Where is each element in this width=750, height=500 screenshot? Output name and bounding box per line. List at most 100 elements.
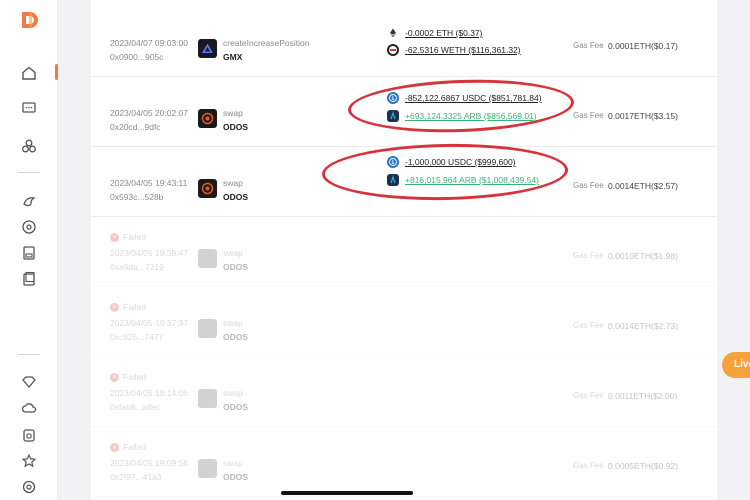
protocol-name[interactable]: ODOS [223, 472, 248, 482]
arb-icon [387, 174, 399, 186]
home-icon[interactable] [19, 63, 39, 83]
weth-icon [387, 44, 399, 56]
gas-fee-label: Gas Fee [573, 111, 604, 120]
token-transfer[interactable]: +816,015.964 ARB ($1,008,439.54) [387, 173, 539, 187]
tx-hash[interactable]: 0xa9da...7219 [110, 262, 164, 272]
table-row[interactable]: × Failed 2023/04/05 19:37:37 0xc925...747… [91, 287, 717, 357]
odos-logo-icon [198, 319, 217, 338]
gas-fee-value: 0.0010ETH($1.98) [608, 251, 678, 261]
table-row[interactable]: × Failed 2023/04/05 19:38:47 0xa9da...721… [91, 217, 717, 287]
tx-hash[interactable]: 0x20cd...9dfc [110, 122, 161, 132]
error-icon: × [110, 372, 119, 382]
save-icon[interactable] [19, 243, 39, 263]
gmx-logo-icon [198, 39, 217, 58]
failed-label: Failed [123, 442, 147, 452]
tx-hash[interactable]: 0x593c...528b [110, 192, 163, 202]
svg-text:$: $ [391, 96, 394, 102]
lock-icon[interactable] [19, 425, 39, 445]
usdc-icon: $ [387, 92, 399, 104]
token-transfer[interactable]: $ -852,122.6867 USDC ($851,781.84) [387, 91, 542, 105]
svg-text:$: $ [391, 160, 394, 166]
home-indicator[interactable] [281, 491, 413, 495]
token-transfer[interactable]: -0.0002 ETH ($0.37) [387, 26, 482, 40]
app-logo[interactable] [20, 10, 40, 30]
sidebar-divider [18, 354, 40, 355]
tx-hash[interactable]: 0xfab8...a8ec [110, 402, 161, 412]
live-tab[interactable]: Live [722, 352, 750, 378]
gas-fee-label: Gas Fee [573, 461, 604, 470]
eth-icon [387, 27, 399, 39]
tx-hash[interactable]: 0xc925...7477 [110, 332, 163, 342]
arb-icon [387, 110, 399, 122]
failed-badge: × Failed [110, 232, 146, 242]
protocol-name[interactable]: ODOS [223, 122, 248, 132]
tx-date: 2023/04/05 19:09:56 [110, 458, 188, 468]
token-transfer[interactable]: $ -1,000,000 USDC ($999,600) [387, 155, 516, 169]
tx-action: swap [223, 318, 243, 328]
cloud-icon[interactable] [19, 398, 39, 418]
tx-action: createIncreasePosition [223, 38, 310, 48]
chat-icon[interactable] [19, 98, 39, 118]
error-icon: × [110, 232, 119, 242]
token-transfer[interactable]: +693,124.3325 ARB ($856,569.01) [387, 109, 537, 123]
bird-icon[interactable] [19, 191, 39, 211]
circles-icon[interactable] [19, 136, 39, 156]
sidebar [0, 0, 58, 500]
table-row[interactable]: 2023/04/05 20:02:07 0x20cd...9dfc swap O… [91, 77, 717, 147]
gas-fee-value: 0.0014ETH($2.57) [608, 181, 678, 191]
odos-logo-icon [198, 249, 217, 268]
failed-label: Failed [123, 302, 147, 312]
odos-logo-icon [198, 389, 217, 408]
odos-logo-icon [198, 109, 217, 128]
gas-fee-value: 0.0005ETH($0.92) [608, 461, 678, 471]
book-icon[interactable] [19, 269, 39, 289]
tx-action: swap [223, 108, 243, 118]
gas-fee-value: 0.0011ETH($2.00) [608, 391, 678, 401]
token-amount: -62.5316 WETH ($116,361.32) [405, 45, 521, 55]
table-row[interactable]: 2023/04/07 09:03:00 0x0900...905c create… [91, 7, 717, 77]
token-transfer[interactable]: -62.5316 WETH ($116,361.32) [387, 43, 521, 57]
token-amount: -0.0002 ETH ($0.37) [405, 28, 483, 38]
diamond-icon[interactable] [19, 372, 39, 392]
protocol-name[interactable]: ODOS [223, 402, 248, 412]
protocol-name[interactable]: ODOS [223, 262, 248, 272]
failed-label: Failed [123, 372, 147, 382]
gas-fee-label: Gas Fee [573, 181, 604, 190]
tx-date: 2023/04/05 19:14:06 [110, 388, 188, 398]
token-amount: -1,000,000 USDC ($999,600) [405, 157, 516, 167]
tx-hash[interactable]: 0x2f97...41a3 [110, 472, 162, 482]
active-nav-indicator [55, 64, 58, 80]
error-icon: × [110, 302, 119, 312]
disc-icon[interactable] [19, 217, 39, 237]
gas-fee-value: 0.0001ETH($0.17) [608, 41, 678, 51]
tx-date: 2023/04/05 19:38:47 [110, 248, 188, 258]
token-amount: -852,122.6867 USDC ($851,781.84) [405, 93, 542, 103]
settings-icon[interactable] [19, 477, 39, 497]
gas-fee-value: 0.0017ETH($3.15) [608, 111, 678, 121]
tx-date: 2023/04/07 09:03:00 [110, 38, 188, 48]
gas-fee-value: 0.0014ETH($2.73) [608, 321, 678, 331]
table-row[interactable]: × Failed 2023/04/05 19:14:06 0xfab8...a8e… [91, 357, 717, 427]
tx-date: 2023/04/05 19:37:37 [110, 318, 188, 328]
failed-badge: × Failed [110, 442, 146, 452]
tx-hash[interactable]: 0x0900...905c [110, 52, 163, 62]
odos-logo-icon [198, 179, 217, 198]
star-icon[interactable] [19, 451, 39, 471]
table-row[interactable]: 2023/04/05 19:43:11 0x593c...528b swap O… [91, 147, 717, 217]
sidebar-divider [18, 172, 40, 173]
token-amount: +693,124.3325 ARB ($856,569.01) [405, 111, 537, 121]
odos-logo-icon [198, 459, 217, 478]
gas-fee-label: Gas Fee [573, 251, 604, 260]
protocol-name[interactable]: ODOS [223, 192, 248, 202]
transaction-list: 2023/04/07 09:03:00 0x0900...905c create… [91, 0, 717, 500]
protocol-name[interactable]: GMX [223, 52, 242, 62]
token-amount: +816,015.964 ARB ($1,008,439.54) [405, 175, 539, 185]
failed-label: Failed [123, 232, 147, 242]
protocol-name[interactable]: ODOS [223, 332, 248, 342]
error-icon: × [110, 442, 119, 452]
failed-badge: × Failed [110, 302, 146, 312]
failed-badge: × Failed [110, 372, 146, 382]
gas-fee-label: Gas Fee [573, 41, 604, 50]
tx-date: 2023/04/05 20:02:07 [110, 108, 188, 118]
table-row[interactable]: × Failed 2023/04/05 19:09:56 0x2f97...41a… [91, 427, 717, 497]
